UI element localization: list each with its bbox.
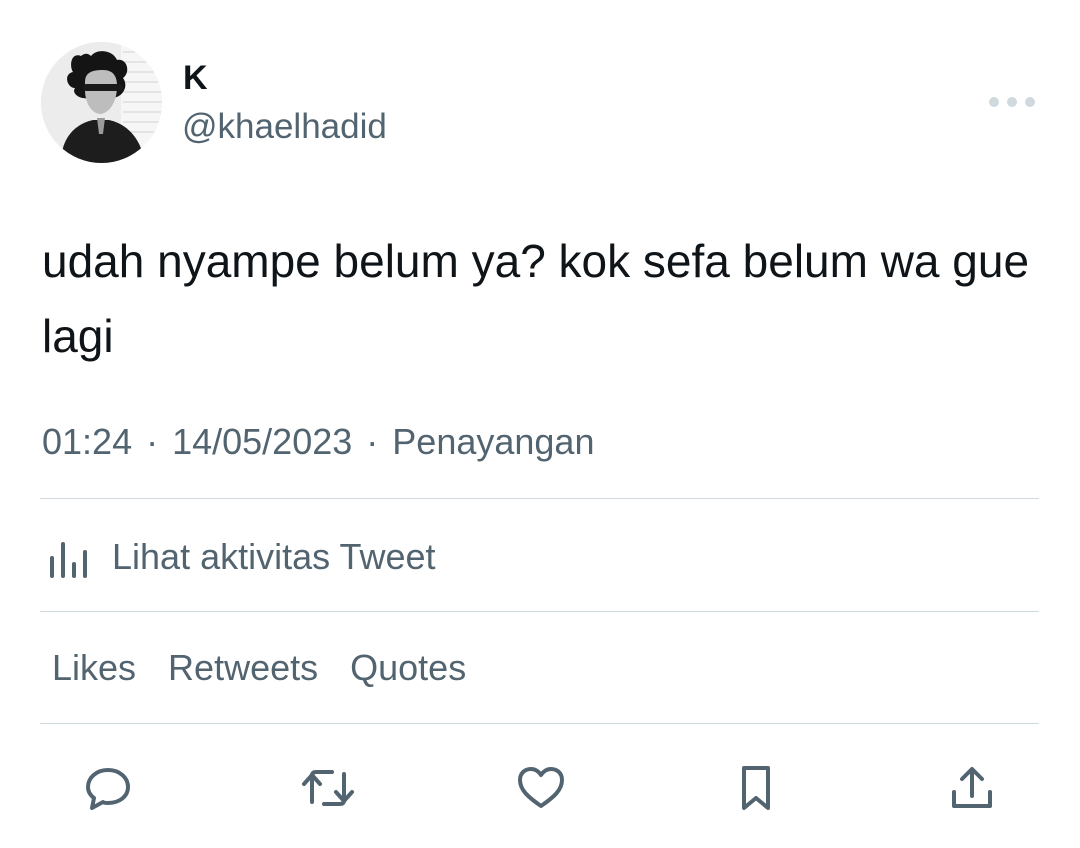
retweet-button[interactable] bbox=[300, 760, 356, 816]
heart-icon bbox=[518, 767, 564, 808]
reply-button[interactable] bbox=[80, 760, 136, 816]
share-icon bbox=[952, 767, 992, 808]
tweet-action-bar bbox=[0, 760, 1080, 816]
bar-chart-icon bbox=[50, 542, 87, 578]
share-button[interactable] bbox=[944, 760, 1000, 816]
tweet-card: K @khaelhadid udah nyampe belum ya? kok … bbox=[0, 0, 1080, 848]
views-label: Penayangan bbox=[392, 421, 595, 462]
likes-link[interactable]: Likes bbox=[52, 645, 136, 691]
more-options-button[interactable] bbox=[984, 84, 1044, 120]
retweets-link[interactable]: Retweets bbox=[168, 645, 318, 691]
divider bbox=[40, 611, 1039, 612]
divider bbox=[40, 723, 1039, 724]
divider bbox=[40, 498, 1039, 499]
avatar-image bbox=[41, 42, 162, 163]
like-button[interactable] bbox=[513, 760, 569, 816]
author-display-name[interactable]: K bbox=[183, 58, 208, 98]
more-dots-icon bbox=[989, 97, 1035, 107]
reply-icon bbox=[86, 768, 130, 810]
author-handle[interactable]: @khaelhadid bbox=[182, 106, 387, 148]
bookmark-icon bbox=[742, 766, 770, 810]
quotes-link[interactable]: Quotes bbox=[350, 645, 466, 691]
view-tweet-activity-link[interactable]: Lihat aktivitas Tweet bbox=[46, 532, 436, 582]
engagement-stats: Likes Retweets Quotes bbox=[52, 645, 466, 691]
bookmark-button[interactable] bbox=[728, 760, 784, 816]
tweet-date[interactable]: 14/05/2023 bbox=[172, 421, 352, 462]
tweet-meta: 01:24 · 14/05/2023 · Penayangan bbox=[42, 420, 594, 464]
meta-separator: · bbox=[366, 421, 379, 462]
retweet-icon bbox=[302, 770, 354, 806]
avatar[interactable] bbox=[41, 42, 162, 163]
tweet-time[interactable]: 01:24 bbox=[42, 421, 132, 462]
tweet-text: udah nyampe belum ya? kok sefa belum wa … bbox=[42, 235, 1030, 362]
activity-label: Lihat aktivitas Tweet bbox=[112, 536, 436, 577]
meta-separator: · bbox=[146, 421, 159, 462]
